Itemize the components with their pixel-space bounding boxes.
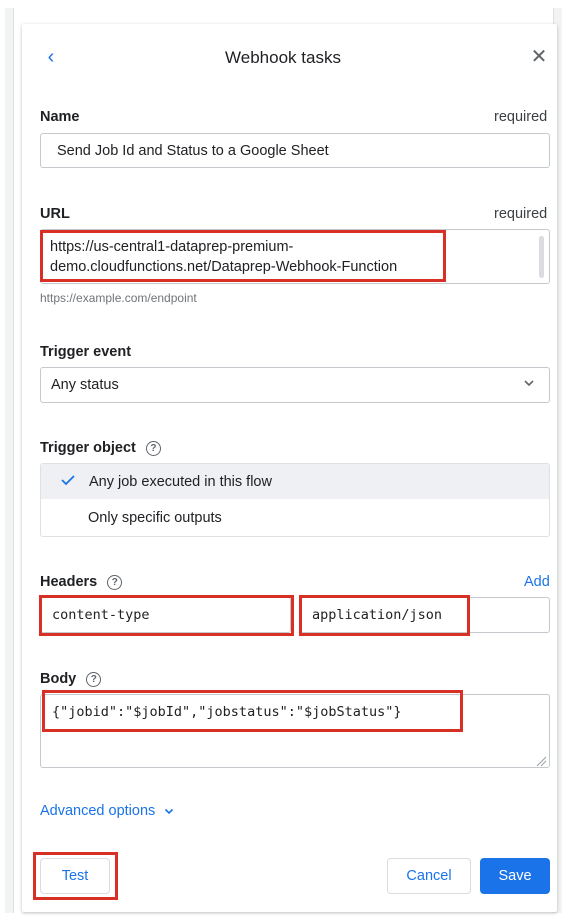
trigger-object-option-specific[interactable]: Only specific outputs <box>41 500 549 536</box>
url-hint: https://example.com/endpoint <box>40 291 197 305</box>
trigger-object-option-any[interactable]: Any job executed in this flow <box>41 464 549 499</box>
url-input[interactable]: https://us-central1-dataprep-premium- de… <box>40 229 550 284</box>
header-value-input[interactable]: application/json <box>300 597 550 633</box>
back-button[interactable]: ‹ <box>40 46 62 68</box>
trigger-object-label-text: Trigger object <box>40 440 136 456</box>
screenshot-frame: Webhook tasks ‹ ✕ Name required Send Job… <box>0 0 566 922</box>
test-button-label: Test <box>61 868 89 884</box>
trigger-event-value: Any status <box>51 377 119 393</box>
test-button[interactable]: Test <box>40 858 110 894</box>
body-label: Body ? <box>40 671 102 687</box>
check-icon <box>61 474 89 490</box>
url-label: URL <box>40 206 70 222</box>
dialog-title: Webhook tasks <box>225 48 341 67</box>
save-button-label: Save <box>498 868 532 884</box>
name-label: Name <box>40 109 80 125</box>
resize-handle-icon[interactable] <box>536 754 547 772</box>
cancel-button[interactable]: Cancel <box>387 858 471 894</box>
trigger-event-label: Trigger event <box>40 344 132 360</box>
trigger-object-label: Trigger object ? <box>40 440 161 456</box>
chevron-down-icon <box>523 377 535 393</box>
cancel-button-label: Cancel <box>406 868 452 884</box>
header-key-value: content-type <box>52 607 150 623</box>
headers-label: Headers ? <box>40 574 123 590</box>
body-textarea[interactable]: {"jobid":"$jobId","jobstatus":"$jobStatu… <box>40 694 550 768</box>
url-input-line2: demo.cloudfunctions.net/Dataprep-Webhook… <box>50 259 398 275</box>
advanced-options-label: Advanced options <box>40 803 156 819</box>
name-input[interactable]: Send Job Id and Status to a Google Sheet <box>40 133 550 168</box>
help-icon[interactable]: ? <box>145 440 161 456</box>
chevron-left-icon: ‹ <box>47 46 55 68</box>
header-value-value: application/json <box>312 607 443 623</box>
advanced-options-toggle[interactable]: Advanced options <box>40 803 174 819</box>
name-required: required <box>494 109 548 125</box>
trigger-object-option-label: Only specific outputs <box>88 510 222 526</box>
url-input-line1: https://us-central1-dataprep-premium- <box>50 239 294 255</box>
close-button[interactable]: ✕ <box>528 46 550 68</box>
close-icon: ✕ <box>530 46 548 68</box>
trigger-object-option-label: Any job executed in this flow <box>89 473 272 490</box>
help-icon[interactable]: ? <box>86 671 102 687</box>
body-label-text: Body <box>40 671 77 687</box>
name-input-value: Send Job Id and Status to a Google Sheet <box>57 142 329 159</box>
trigger-event-select[interactable]: Any status <box>40 367 550 403</box>
headers-label-text: Headers <box>40 574 98 590</box>
header-key-input[interactable]: content-type <box>40 597 291 633</box>
background-edge-left <box>5 8 14 913</box>
chevron-down-icon <box>164 806 174 816</box>
save-button[interactable]: Save <box>480 858 550 894</box>
url-required: required <box>494 206 548 222</box>
url-scrollbar[interactable] <box>539 236 544 278</box>
add-header-link[interactable]: Add <box>524 574 550 590</box>
body-value: {"jobid":"$jobId","jobstatus":"$jobStatu… <box>52 704 402 720</box>
help-icon[interactable]: ? <box>107 574 123 590</box>
